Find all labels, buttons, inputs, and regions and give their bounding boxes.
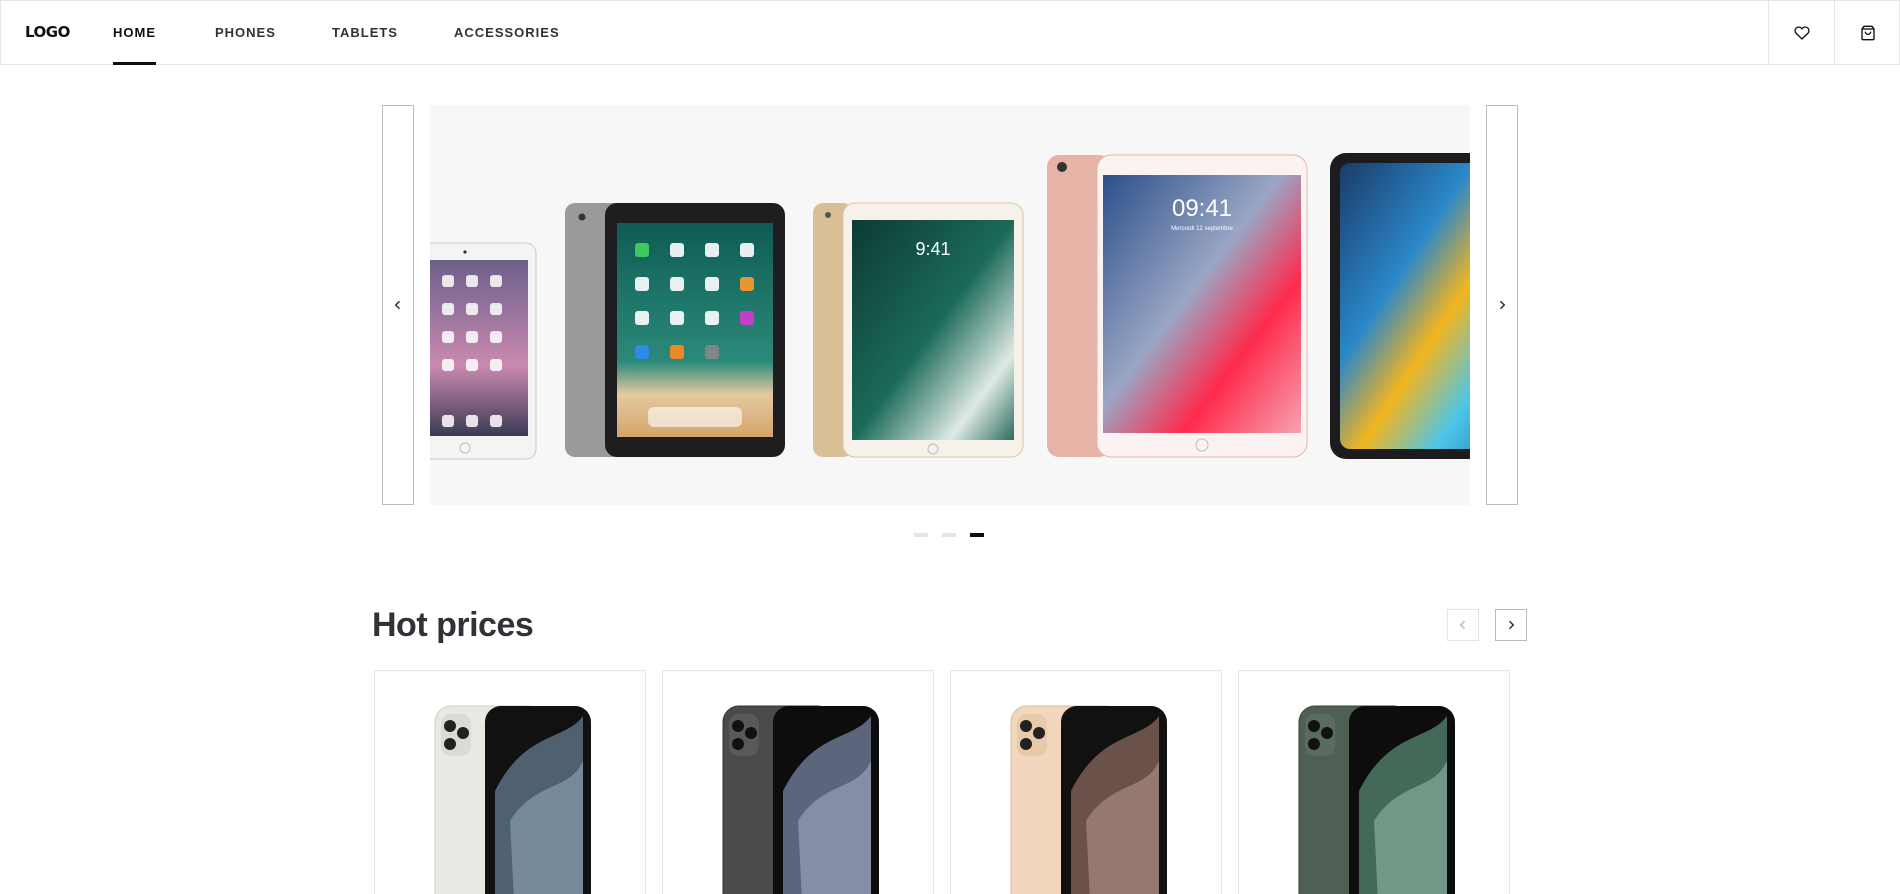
banner-next-button[interactable] [1486,105,1518,505]
ipad-lockscreen-time: 9:41 [915,239,950,259]
hot-prices-prev-button[interactable] [1447,609,1479,641]
nav-phones[interactable]: PHONES [215,1,276,65]
ipad-space-gray-image [565,203,785,457]
product-card[interactable] [950,670,1222,894]
ipad-pro-11-image [1330,153,1470,459]
top-navbar: LOGO HOME PHONES TABLETS ACCESSORIES [0,0,1900,65]
banner-dot-1[interactable] [914,533,928,537]
ipad-mini-image [430,242,537,460]
heart-icon [1793,26,1810,40]
product-card[interactable] [1238,670,1510,894]
nav-tablets[interactable]: TABLETS [332,1,398,65]
ipad-pro-rose-image: 09:41 Mercredi 12 septembre [1047,154,1308,458]
banner-prev-button[interactable] [382,105,414,505]
chevron-right-icon [1499,300,1506,310]
banner-image: 9:41 09:41 Mercredi 12 septembre [430,153,1470,460]
product-card[interactable] [374,670,646,894]
chevron-left-icon [394,300,401,310]
product-image [1010,705,1167,894]
nav-home[interactable]: HOME [113,1,156,65]
product-image [722,705,879,894]
logo[interactable]: LOGO [25,23,70,41]
shopping-bag-icon [1860,25,1875,41]
banner-pagination [914,533,984,537]
cart-button[interactable] [1834,1,1900,65]
ipad-pro-gold-image: 9:41 [813,202,1024,458]
product-image [1298,705,1455,894]
favourites-button[interactable] [1768,1,1834,65]
chevron-right-icon [1508,620,1515,630]
banner-dot-2[interactable] [942,533,956,537]
banner-slide[interactable]: 9:41 09:41 Mercredi 12 septembre [430,105,1470,505]
banner-dot-3[interactable] [970,533,984,537]
ipad-pro-lockscreen-time: 09:41 [1172,195,1232,222]
product-card[interactable] [662,670,934,894]
ipad-pro-lockscreen-date: Mercredi 12 septembre [1171,226,1233,232]
product-image [434,705,591,894]
hot-prices-next-button[interactable] [1495,609,1527,641]
section-title-hot-prices: Hot prices [372,606,534,644]
chevron-left-icon [1459,620,1466,630]
nav-accessories[interactable]: ACCESSORIES [454,1,560,65]
